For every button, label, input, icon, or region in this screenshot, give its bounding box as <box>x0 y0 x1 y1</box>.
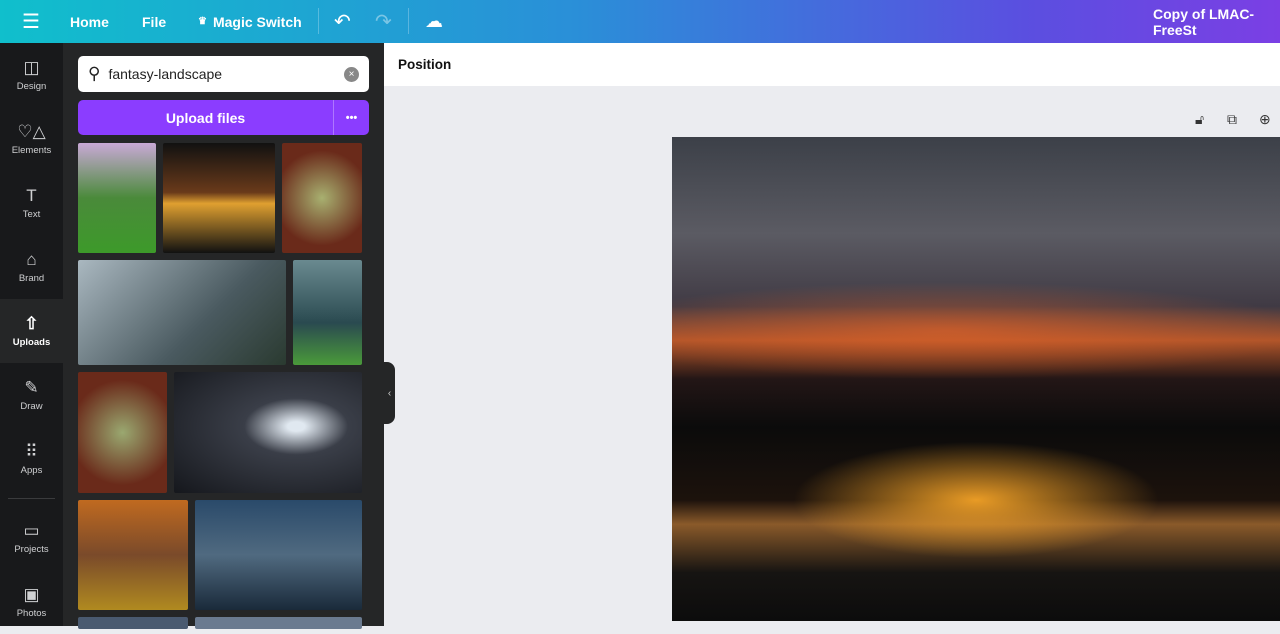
rail-label: Draw <box>20 400 43 412</box>
rail-label: Design <box>16 80 47 92</box>
rail-draw[interactable]: ✎ Draw <box>0 363 63 427</box>
rail-label: Apps <box>20 464 43 476</box>
rail-label: Projects <box>14 543 49 555</box>
rail-brand[interactable]: ⌂ Brand <box>0 235 63 299</box>
draw-icon: ✎ <box>24 377 39 397</box>
layout-icon: ◫ <box>23 57 40 77</box>
rail-label: Elements <box>11 144 52 156</box>
upload-thumbnail[interactable] <box>78 260 286 365</box>
apps-icon: ⠿ <box>25 441 38 461</box>
search-input[interactable]: ⚲ fantasy-landscape × <box>78 56 369 92</box>
rail-projects[interactable]: ▭ Projects <box>0 506 63 570</box>
upload-icon: ⇧ <box>24 313 39 333</box>
rail-label: Uploads <box>12 336 51 348</box>
text-icon: T <box>26 185 37 205</box>
undo-icon[interactable]: ↶ <box>334 0 351 43</box>
clear-search-icon[interactable]: × <box>344 66 359 82</box>
rail-design[interactable]: ◫ Design <box>0 43 63 107</box>
side-rail: ◫ Design ♡△ Elements T Text ⌂ Brand ⇧ Uploads… <box>0 43 63 626</box>
menu-icon[interactable]: ☰ <box>22 0 40 43</box>
collapse-panel-handle[interactable]: ‹ <box>384 362 395 424</box>
rail-apps[interactable]: ⠿ Apps <box>0 427 63 491</box>
upload-files-button[interactable]: Upload files <box>78 100 333 135</box>
magic-switch-label: Magic Switch <box>212 13 302 30</box>
rail-label: Text <box>22 208 41 220</box>
rail-uploads[interactable]: ⇧ Uploads <box>0 299 63 363</box>
upload-thumbnail[interactable] <box>78 617 188 629</box>
upload-thumbnail[interactable] <box>282 143 362 253</box>
rail-label: Photos <box>16 607 47 619</box>
rail-elements[interactable]: ♡△ Elements <box>0 107 63 171</box>
upload-thumbnail[interactable] <box>195 617 362 629</box>
brand-icon: ⌂ <box>26 249 37 269</box>
upload-thumbnail[interactable] <box>78 143 156 253</box>
upload-thumbnail[interactable] <box>195 500 362 610</box>
rail-photos[interactable]: ▣ Photos <box>0 570 63 634</box>
file-menu[interactable]: File <box>142 0 166 43</box>
home-button[interactable]: Home <box>70 0 109 43</box>
rail-text[interactable]: T Text <box>0 171 63 235</box>
add-page-icon[interactable]: ⊕ <box>1259 111 1271 128</box>
design-canvas-image[interactable] <box>672 137 1280 621</box>
document-title[interactable]: Copy of LMAC-FreeSt <box>1153 0 1280 43</box>
divider <box>408 8 409 34</box>
search-value: fantasy-landscape <box>108 66 223 82</box>
crown-icon: ♛ <box>198 16 207 27</box>
position-button[interactable]: Position <box>398 57 451 72</box>
upload-thumbnail[interactable] <box>174 372 362 493</box>
shapes-icon: ♡△ <box>17 121 46 141</box>
duplicate-page-icon[interactable]: ⧉ <box>1227 111 1237 128</box>
upload-files-group: Upload files ••• <box>78 100 369 135</box>
magic-switch-button[interactable]: ♛ Magic Switch <box>198 0 302 43</box>
uploads-panel: ⚲ fantasy-landscape × Upload files ••• <box>63 43 384 629</box>
search-icon: ⚲ <box>88 64 101 83</box>
divider <box>318 8 319 34</box>
cloud-saved-icon[interactable]: ☁ <box>425 0 443 43</box>
lock-icon[interactable]: 🔓︎ <box>1195 111 1204 128</box>
editor-toolbar: Position <box>384 43 1280 86</box>
upload-thumbnail[interactable] <box>78 500 188 610</box>
upload-thumbnail[interactable] <box>293 260 362 365</box>
rail-label: Brand <box>18 272 45 284</box>
top-bar: ☰ Home File ♛ Magic Switch ↶ ↷ ☁ Copy of … <box>0 0 1280 43</box>
upload-thumbnail[interactable] <box>78 372 167 493</box>
image-icon: ▣ <box>23 584 40 604</box>
more-options-button[interactable]: ••• <box>334 100 369 135</box>
redo-icon[interactable]: ↷ <box>375 0 392 43</box>
folder-icon: ▭ <box>23 520 40 540</box>
divider <box>8 498 55 499</box>
upload-thumbnail[interactable] <box>163 143 275 253</box>
